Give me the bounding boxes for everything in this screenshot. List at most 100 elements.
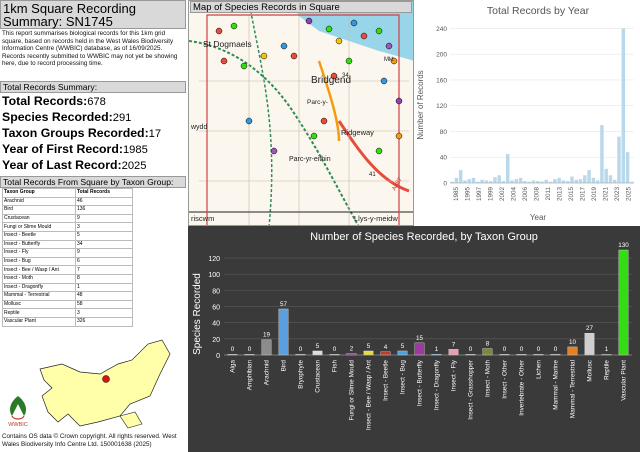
bar	[587, 170, 591, 183]
bar	[608, 175, 613, 183]
x-tick-label: Insect - Beetle	[383, 360, 390, 401]
map-label: riscwm	[191, 214, 214, 223]
table-row: Fungi or Slime Mould 3	[2, 222, 133, 232]
bar	[471, 177, 476, 183]
summary-header: Total Records Summary:	[0, 81, 186, 93]
stat-first-year: Year of First Record:1985	[2, 142, 148, 156]
x-tick-label: 2004	[510, 187, 517, 202]
bar	[454, 177, 459, 183]
data-label: 5	[367, 343, 371, 350]
total-records-cell: 34	[75, 239, 133, 250]
copyright-footer: Contains OS data © Crown copyright. All …	[2, 433, 177, 448]
data-label: 27	[586, 325, 594, 332]
total-records-cell: 5	[75, 230, 133, 241]
map-label: wydd	[190, 124, 207, 131]
map-label: 41	[369, 172, 376, 178]
total-records-cell: 6	[75, 256, 133, 267]
data-label: 0	[231, 346, 235, 353]
table-row: Insect - Butterfly 34	[2, 239, 133, 250]
bar	[625, 152, 630, 183]
map-label: 34	[342, 73, 349, 79]
data-label: 4	[384, 344, 388, 351]
data-label: 19	[263, 332, 271, 339]
table-row: Insect - Moth 8	[2, 273, 133, 284]
taxon-group-cell: Insect - Dragonfly	[2, 282, 76, 293]
bar	[561, 180, 566, 183]
table-row: Reptile 3	[2, 308, 133, 318]
bar	[570, 176, 574, 183]
map-label: Ridgeway	[341, 128, 374, 137]
x-tick-label: Insect - Other	[502, 359, 509, 399]
x-tick-label: Reptile	[604, 360, 611, 380]
taxon-group-cell: Reptile	[2, 308, 76, 318]
table-row: Crustacean 9	[2, 213, 133, 224]
table-row: Insect - Bee / Wasp / Ant 7	[2, 265, 133, 275]
y-tick-label: 0	[216, 353, 220, 360]
x-tick-label: 2017	[579, 187, 586, 202]
total-records-cell: 46	[75, 196, 133, 207]
map-label: Mkt	[384, 57, 394, 63]
column-header: Total Records	[75, 188, 133, 198]
x-tick-label: 2013	[556, 187, 563, 202]
bar	[583, 175, 587, 183]
wwbic-logo: WWBIC	[4, 394, 32, 428]
x-tick-label: 2023	[614, 187, 621, 202]
total-records-cell: 7	[75, 265, 133, 275]
x-tick-label: 2025	[625, 187, 632, 202]
taxon-group-cell: Insect - Bee / Wasp / Ant	[2, 265, 76, 275]
bar	[514, 179, 519, 183]
x-tick-label: Insect - Moth	[485, 360, 492, 397]
taxon-records-table: Taxon Group Total Records Arachnid 46 Bird 1…	[2, 188, 133, 327]
data-label: 5	[401, 343, 405, 350]
table-row: Arachnid 46	[2, 196, 133, 207]
bar	[497, 175, 501, 183]
table-row: Insect - Fly 9	[2, 248, 133, 258]
x-tick-label: 2006	[522, 187, 529, 202]
bar	[574, 179, 578, 183]
x-tick-label: 2021	[602, 187, 609, 202]
x-tick-label: Mammal - Terrestrial	[570, 360, 577, 418]
x-tick-label: Bird	[281, 360, 288, 372]
report-title: 1km Square Recording Summary: SN1745	[0, 0, 186, 29]
x-tick-label: Arachnid	[264, 360, 271, 386]
bar	[363, 350, 374, 356]
bar	[414, 342, 425, 356]
total-records-cell: 3	[75, 222, 133, 232]
bar	[567, 346, 578, 356]
x-tick-label: 2008	[533, 187, 540, 202]
bar	[618, 249, 629, 356]
bar	[493, 177, 497, 183]
x-tick-label: Mollusc	[587, 359, 594, 381]
total-records-cell: 3	[75, 308, 133, 318]
map-label: St Dogmaels	[203, 39, 252, 49]
logo-text: WWBIC	[8, 422, 28, 428]
data-label: 0	[333, 346, 337, 353]
total-records-cell: 136	[75, 205, 133, 215]
y-axis-label: Number of Records	[416, 70, 425, 139]
column-header: Taxon Group	[2, 188, 76, 198]
bar	[484, 180, 489, 183]
bar	[584, 333, 595, 356]
bar	[397, 350, 408, 356]
x-tick-label: Insect - Dragonfly	[434, 359, 441, 410]
data-label: 15	[416, 335, 424, 342]
stat-value: 291	[112, 112, 132, 124]
map-label: Parc-yr-eithin	[289, 156, 331, 163]
x-tick-label: 1995	[464, 187, 471, 202]
data-label: 0	[299, 346, 303, 353]
taxon-group-cell: Bird	[2, 205, 76, 215]
data-label: 8	[486, 341, 490, 348]
overview-map: WWBIC	[0, 334, 186, 432]
stat-last-year: Year of Last Record:2025	[2, 158, 147, 172]
bar	[591, 177, 596, 183]
stat-total-records: Total Records:678	[2, 94, 106, 108]
x-tick-label: Vascular Plant	[621, 360, 628, 401]
y-tick-label: 240	[436, 26, 447, 33]
table-row: Insect - Bug 6	[2, 256, 133, 267]
data-label: 130	[618, 242, 629, 249]
table-row: Insect - Beetle 5	[2, 230, 133, 241]
y-tick-label: 120	[436, 103, 447, 110]
y-axis-label: Species Recorded	[192, 273, 203, 355]
x-tick-label: Alga	[230, 360, 237, 373]
stat-value: 17	[148, 128, 162, 140]
